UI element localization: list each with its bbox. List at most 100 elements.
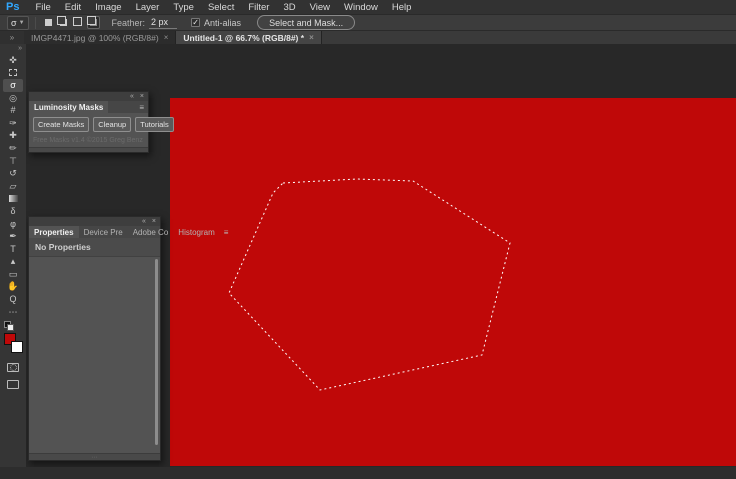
rectangular-marquee-tool[interactable]: [3, 67, 23, 80]
close-tab-icon[interactable]: ×: [164, 33, 169, 42]
quick-mask-mode-icon[interactable]: [7, 363, 19, 373]
tab-adobe-co[interactable]: Adobe Co: [128, 226, 174, 238]
gradient-tool-icon: [8, 195, 18, 203]
path-selection-tool-icon: ▴: [10, 256, 16, 267]
eyedropper-tool[interactable]: ✑: [3, 117, 23, 130]
panel-header: « ×: [29, 92, 148, 101]
scrollbar-thumb[interactable]: [155, 259, 158, 445]
add-to-selection-icon[interactable]: [56, 16, 70, 29]
type-tool-icon: T: [10, 243, 16, 254]
close-panel-icon[interactable]: ×: [140, 93, 144, 100]
panel-tab-row: Properties Device Pre Adobe Co Histogram ≡: [29, 226, 228, 238]
panel-resize-edge[interactable]: [29, 147, 148, 152]
properties-panel: « × Properties Device Pre Adobe Co Histogra…: [28, 216, 228, 461]
spot-healing-brush-tool-icon: ✚: [9, 130, 17, 141]
tool-preset-picker[interactable]: σ ▼: [7, 15, 29, 30]
history-brush-tool-icon: ↺: [9, 168, 17, 179]
menu-bar: Ps File Edit Image Layer Type Select Filter 3D V…: [0, 0, 736, 14]
pen-tool-icon: ✒: [9, 231, 17, 242]
new-selection-glyph: [44, 19, 52, 26]
rectangle-tool-icon: ▭: [8, 268, 18, 279]
menu-layer[interactable]: Layer: [129, 2, 167, 13]
photoshop-logo-icon: Ps: [6, 1, 20, 13]
dodge-tool[interactable]: φ: [3, 218, 23, 231]
collapse-panel-icon[interactable]: «: [142, 218, 146, 225]
menu-type[interactable]: Type: [166, 2, 201, 13]
status-bar: [0, 467, 736, 479]
panel-header: « ×: [29, 217, 160, 226]
panel-resize-grip[interactable]: ⋯: [29, 453, 160, 461]
menu-view[interactable]: View: [303, 2, 337, 13]
eraser-tool-icon: ▱: [9, 180, 17, 191]
collapse-panel-icon[interactable]: «: [130, 93, 134, 100]
brush-tool[interactable]: ✏: [3, 142, 23, 155]
tab-device-pre[interactable]: Device Pre: [79, 226, 128, 238]
background-color-swatch[interactable]: [11, 341, 23, 354]
path-selection-tool[interactable]: ▴: [3, 256, 23, 269]
create-masks-button[interactable]: Create Masks: [33, 117, 90, 132]
select-and-mask-button[interactable]: Select and Mask...: [257, 15, 356, 30]
crop-tool[interactable]: #: [3, 104, 23, 117]
menu-select[interactable]: Select: [201, 2, 241, 13]
menu-edit[interactable]: Edit: [58, 2, 88, 13]
clone-stamp-tool-icon: ⊤: [9, 155, 17, 166]
history-brush-tool[interactable]: ↺: [3, 167, 23, 180]
panel-body: [29, 257, 160, 453]
panel-menu-icon[interactable]: ≡: [135, 101, 148, 113]
default-colors-icon[interactable]: [4, 321, 14, 332]
new-selection-icon[interactable]: [42, 16, 55, 29]
type-tool[interactable]: T: [3, 243, 23, 256]
subtract-from-selection-glyph: [72, 17, 82, 26]
gradient-tool[interactable]: [3, 193, 23, 206]
anti-alias-label: Anti-alias: [204, 17, 242, 28]
canvas[interactable]: [170, 98, 736, 466]
menu-items: File Edit Image Layer Type Select Filter 3D View…: [28, 2, 418, 13]
panel-tab-row: Luminosity Masks ≡: [29, 101, 148, 113]
quick-selection-tool[interactable]: ◎: [3, 92, 23, 105]
rectangle-tool[interactable]: ▭: [3, 268, 23, 281]
tools-list: ✜ σ ◎ # ✑ ✚ ✏ ⊤ ↺ ▱ δ φ ✒ T ▴ ▭ ✋ Q ⋯: [3, 54, 23, 318]
clone-stamp-tool[interactable]: ⊤: [3, 155, 23, 168]
document-tab-title: IMGP4471.jpg @ 100% (RGB/8#): [31, 32, 159, 43]
tab-properties[interactable]: Properties: [29, 226, 79, 238]
screen-mode-icon[interactable]: [7, 380, 19, 390]
pen-tool[interactable]: ✒: [3, 230, 23, 243]
tab-histogram[interactable]: Histogram: [173, 226, 219, 238]
panel-menu-icon[interactable]: ≡: [220, 226, 233, 238]
move-tool[interactable]: ✜: [3, 54, 23, 67]
cleanup-button[interactable]: Cleanup: [93, 117, 132, 132]
menu-image[interactable]: Image: [88, 2, 128, 13]
divider: [34, 16, 36, 29]
hand-tool[interactable]: ✋: [3, 281, 23, 294]
edit-toolbar[interactable]: ⋯: [3, 306, 23, 319]
tutorials-button[interactable]: Tutorials: [135, 117, 174, 132]
zoom-tool[interactable]: Q: [3, 293, 23, 306]
eraser-tool[interactable]: ▱: [3, 180, 23, 193]
close-panel-icon[interactable]: ×: [152, 218, 156, 225]
intersect-with-selection-icon[interactable]: [86, 16, 100, 29]
menu-filter[interactable]: Filter: [241, 2, 276, 13]
luminosity-buttons: Create Masks Cleanup Tutorials: [33, 117, 174, 132]
close-tab-icon[interactable]: ×: [309, 33, 314, 42]
tools-collapse-icon[interactable]: »: [18, 44, 26, 54]
menu-window[interactable]: Window: [337, 2, 385, 13]
anti-alias-checkbox[interactable]: ✓: [191, 18, 201, 27]
selection-mode-group: [42, 16, 102, 29]
spot-healing-brush-tool[interactable]: ✚: [3, 130, 23, 143]
menu-3d[interactable]: 3D: [276, 2, 302, 13]
feather-input[interactable]: 2 px: [149, 17, 178, 29]
tab-luminosity-masks[interactable]: Luminosity Masks: [29, 101, 109, 113]
dodge-tool-icon: φ: [10, 218, 16, 229]
lasso-tool[interactable]: σ: [3, 79, 23, 92]
blur-tool[interactable]: δ: [3, 205, 23, 218]
menu-file[interactable]: File: [28, 2, 57, 13]
canvas-image: [170, 98, 736, 466]
quick-selection-tool-icon: ◎: [9, 92, 17, 103]
options-bar: σ ▼ Feather: 2 px ✓ Anti-alias Select an…: [0, 14, 736, 31]
document-tab[interactable]: IMGP4471.jpg @ 100% (RGB/8#) ×: [24, 31, 177, 44]
subtract-from-selection-icon[interactable]: [72, 16, 85, 29]
document-tab-active[interactable]: Untitled-1 @ 66.7% (RGB/8#) * ×: [176, 31, 322, 44]
menu-help[interactable]: Help: [385, 2, 419, 13]
tab-overflow-icon[interactable]: »: [0, 31, 24, 44]
zoom-tool-icon: Q: [9, 294, 17, 305]
